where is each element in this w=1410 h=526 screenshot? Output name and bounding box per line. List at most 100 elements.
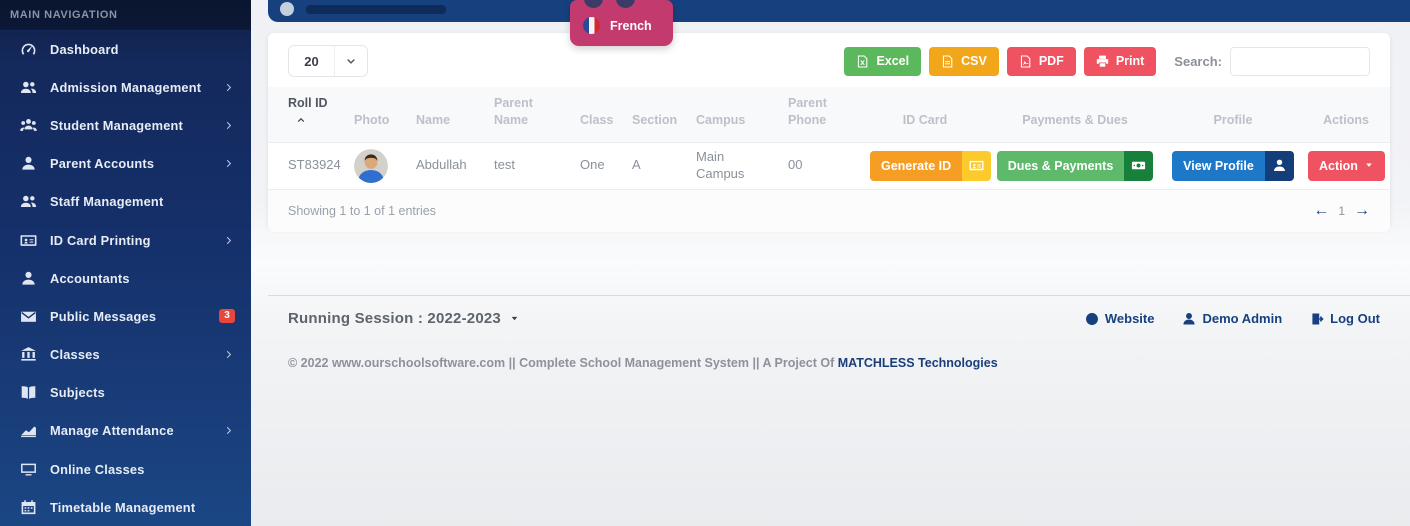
users-icon <box>20 79 37 96</box>
column-header-payments-dues[interactable]: Payments & Dues <box>986 87 1164 143</box>
footer-link-website[interactable]: Website <box>1085 311 1154 326</box>
footer-links: Website Demo Admin Log Out <box>1085 311 1380 326</box>
running-session-label: Running Session : 2022-2023 <box>288 310 501 327</box>
column-header-id-card[interactable]: ID Card <box>864 87 986 143</box>
column-header-photo[interactable]: Photo <box>348 87 410 143</box>
language-option-label: French <box>610 18 652 33</box>
page-size-value: 20 <box>289 46 335 76</box>
footer-link-log-out[interactable]: Log Out <box>1310 311 1380 326</box>
export-pdf-button[interactable]: PDF <box>1006 46 1076 76</box>
user-icon <box>20 270 37 287</box>
search-label: Search: <box>1174 53 1222 69</box>
book-icon <box>20 384 37 401</box>
page-size-select[interactable]: 20 <box>288 45 368 77</box>
sidebar-item-timetable-management[interactable]: Timetable Management <box>0 488 251 526</box>
column-header-section[interactable]: Section <box>626 87 690 143</box>
sidebar-item-label: Online Classes <box>50 461 145 477</box>
chevron-right-icon <box>224 120 235 131</box>
sidebar-item-accountants[interactable]: Accountants <box>0 259 251 297</box>
id-card-icon <box>20 232 37 249</box>
sidebar-item-label: Parent Accounts <box>50 156 155 172</box>
flag-icon[interactable] <box>616 0 635 8</box>
logout-icon <box>1310 312 1324 326</box>
pagination-prev-icon[interactable]: ← <box>1313 202 1329 219</box>
caret-down-icon <box>510 314 519 323</box>
chevron-right-icon <box>224 82 235 93</box>
user-icon <box>1182 312 1196 326</box>
column-header-parent-phone[interactable]: Parent Phone <box>782 87 864 143</box>
search-wrap: Search: <box>1174 46 1370 76</box>
sidebar-item-label: Student Management <box>50 117 183 133</box>
pagination-current-page[interactable]: 1 <box>1338 204 1345 218</box>
column-header-campus[interactable]: Campus <box>690 87 782 143</box>
column-header-roll-id[interactable]: Roll ID <box>268 87 348 143</box>
students-table: Roll ID Photo Name Parent Name Class Sec… <box>268 87 1390 190</box>
cell-parent-phone: 00 <box>782 142 864 190</box>
export-csv-button[interactable]: CSV <box>929 46 999 76</box>
column-header-class[interactable]: Class <box>574 87 626 143</box>
sidebar-item-dashboard[interactable]: Dashboard <box>0 30 251 68</box>
main-content: French 20 Excel CSV PDF Print Search: Ro… <box>251 0 1410 526</box>
sidebar-item-label: Classes <box>50 347 100 363</box>
sidebar-item-label: Public Messages <box>50 308 157 324</box>
topbar <box>268 0 1410 22</box>
sidebar-item-parent-accounts[interactable]: Parent Accounts <box>0 145 251 183</box>
students-icon <box>20 117 37 134</box>
chevron-right-icon <box>224 235 235 246</box>
column-header-profile[interactable]: Profile <box>1164 87 1302 143</box>
cell-name: Abdullah <box>410 142 488 190</box>
copyright-brand: MATCHLESS Technologies <box>837 356 998 370</box>
gauge-icon <box>20 41 37 58</box>
running-session-select[interactable]: Running Session : 2022-2023 <box>288 310 519 327</box>
cell-class: One <box>574 142 626 190</box>
export-button-label: CSV <box>961 54 987 68</box>
search-input[interactable] <box>1230 46 1370 76</box>
flag-icon[interactable] <box>584 0 603 8</box>
sidebar-item-label: Accountants <box>50 270 130 286</box>
export-print-button[interactable]: Print <box>1083 46 1157 76</box>
copyright-text: © 2022 www.ourschoolsoftware.com || Comp… <box>288 356 838 370</box>
sidebar-item-label: Dashboard <box>50 41 119 57</box>
language-option-french[interactable]: French <box>583 17 652 34</box>
id-card-icon <box>962 150 992 181</box>
column-header-actions[interactable]: Actions <box>1302 87 1390 143</box>
cell-id-card: Generate ID <box>864 142 992 190</box>
table-row: ST83924 Abdullah test One A Main Campus … <box>268 142 1390 190</box>
export-excel-button[interactable]: Excel <box>844 46 922 76</box>
sidebar-item-public-messages[interactable]: Public Messages 3 <box>0 297 251 335</box>
dues-payments-button[interactable]: Dues & Payments <box>996 150 1154 181</box>
column-header-parent-name[interactable]: Parent Name <box>488 87 574 143</box>
sidebar-item-classes[interactable]: Classes <box>0 336 251 374</box>
sidebar-item-student-management[interactable]: Student Management <box>0 106 251 144</box>
sidebar-nav: Dashboard Admission Management Student M… <box>0 30 251 526</box>
footer-link-demo-admin[interactable]: Demo Admin <box>1182 311 1282 326</box>
sidebar-item-label: Timetable Management <box>50 499 196 515</box>
generate-id-button[interactable]: Generate ID <box>870 150 992 181</box>
french-flag-icon <box>583 17 600 34</box>
cell-parent-name: test <box>488 142 574 190</box>
sidebar-item-admission-management[interactable]: Admission Management <box>0 68 251 106</box>
sidebar-item-staff-management[interactable]: Staff Management <box>0 183 251 221</box>
sidebar-item-subjects[interactable]: Subjects <box>0 374 251 412</box>
sidebar-item-label: Admission Management <box>50 79 202 95</box>
students-table-card: 20 Excel CSV PDF Print Search: Roll ID P… <box>268 33 1390 232</box>
view-profile-button[interactable]: View Profile <box>1172 150 1294 181</box>
pagination-next-icon[interactable]: → <box>1354 202 1370 219</box>
users-icon <box>20 193 37 210</box>
sidebar-item-online-classes[interactable]: Online Classes <box>0 450 251 488</box>
chevron-right-icon <box>224 425 235 436</box>
column-header-name[interactable]: Name <box>410 87 488 143</box>
monitor-icon <box>20 461 37 478</box>
file-excel-icon <box>856 54 869 68</box>
cell-section: A <box>626 142 690 190</box>
student-photo[interactable] <box>354 148 388 183</box>
cell-roll-id: ST83924 <box>268 142 348 190</box>
cell-profile: View Profile <box>1164 142 1302 190</box>
sidebar-item-manage-attendance[interactable]: Manage Attendance <box>0 412 251 450</box>
action-button[interactable]: Action <box>1308 150 1385 181</box>
sidebar-header: MAIN NAVIGATION <box>0 0 251 30</box>
bank-icon <box>20 346 37 363</box>
topbar-title-cutoff <box>306 5 446 14</box>
user-icon <box>1264 150 1294 181</box>
sidebar-item-id-card-printing[interactable]: ID Card Printing <box>0 221 251 259</box>
